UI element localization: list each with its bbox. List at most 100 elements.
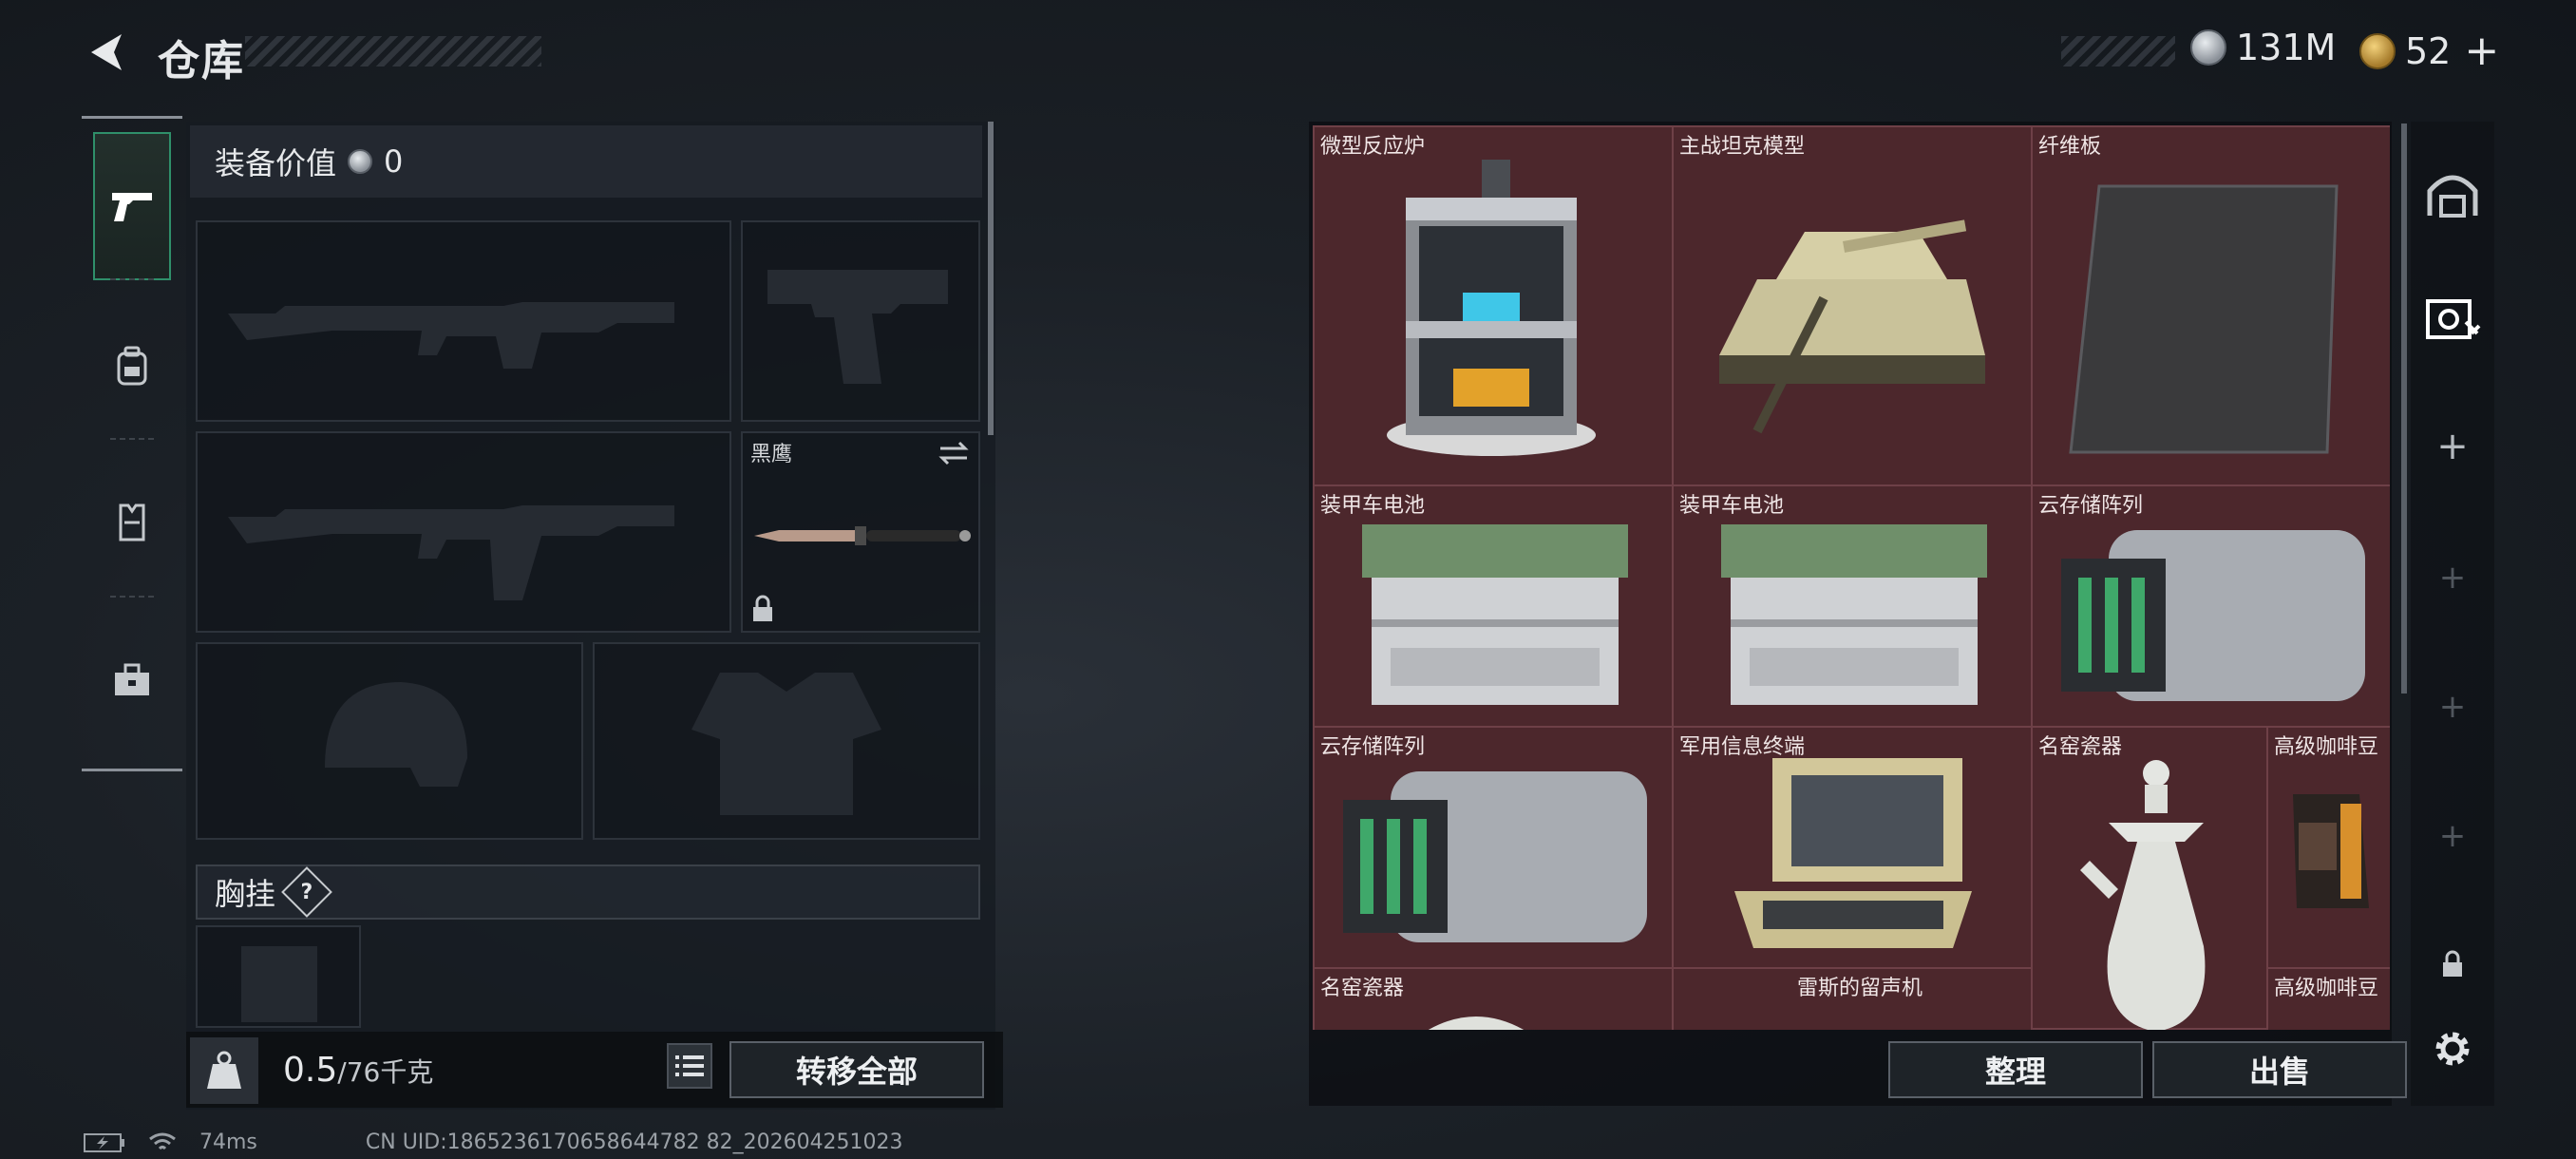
locked-tab [2411,940,2494,988]
stash-item[interactable]: 高级咖啡豆 [2266,967,2390,1030]
sell-button[interactable]: 出售 [2152,1041,2407,1098]
backpack-icon [117,346,147,386]
left-nav [82,116,182,771]
nav-vest[interactable] [82,451,182,594]
nav-weapons[interactable] [93,132,171,280]
knife-label: 黑鹰 [750,443,793,466]
reactor-icon [1387,160,1596,456]
chest-rig-label: 胸挂 [215,876,276,912]
toolbox-icon [115,663,149,695]
list-view-button[interactable] [667,1043,712,1089]
nav-backpack[interactable] [82,295,182,438]
stash-item[interactable]: 装甲车电池 [1313,484,1674,728]
pistol-slot[interactable] [741,220,980,422]
stash-scrollbar[interactable] [2401,124,2407,694]
add-currency-button[interactable]: + [2464,27,2499,75]
battery-icon [1721,524,1987,705]
garage-icon [2427,175,2478,218]
gear-icon [2435,1032,2470,1066]
stash-item[interactable]: 高级咖啡豆 [2266,726,2390,969]
gold-currency[interactable]: 52 + [2359,27,2499,75]
knife-icon [754,526,971,545]
nav-separator [110,438,154,440]
nav-separator [110,278,154,280]
add-stash-tab-icon[interactable]: + [2411,418,2494,475]
silver-amount: 131M [2236,27,2337,68]
lock-icon [2443,950,2462,977]
currency-decoration [2061,36,2175,66]
stash-item[interactable]: 主战坦克模型 [1672,125,2033,486]
body-armor-slot[interactable] [593,642,980,840]
stash-item[interactable]: 装甲车电池 [1672,484,2033,728]
chest-rig-slot[interactable] [196,925,361,1028]
equipment-value-label: 装备价值 [215,145,337,181]
helmet-silhouette-icon [325,682,467,787]
storage-array-icon [1343,771,1647,942]
armor-silhouette-icon [691,673,881,815]
lock-icon [753,595,772,621]
capacity-max: /76千克 [337,1056,434,1088]
porcelain-icon [1428,1016,1525,1030]
stash-item[interactable]: 云存储阵列 [1313,726,1674,969]
back-button[interactable] [80,25,135,80]
gold-amount: 52 [2405,29,2452,72]
tank-icon [1719,219,1985,434]
capacity-current: 0.5 [283,1051,338,1090]
equipment-value-bar: 装备价值 0 [190,125,982,198]
vest-icon [119,504,145,542]
nav-toolbox[interactable] [82,609,182,751]
battery-charging-icon [84,1132,124,1152]
settings-button[interactable] [2411,1020,2494,1077]
helmet-slot[interactable] [196,642,583,840]
equipment-scrollbar[interactable] [988,122,994,435]
stash-item[interactable]: 军用信息终端 [1672,726,2033,969]
silver-coin-icon [2190,29,2226,66]
stash-box-icon [2426,299,2481,339]
stash-item[interactable]: 纤维板 [2031,125,2390,486]
uid-text: CN UID:1865236170658644782 82_2026042510… [365,1130,903,1154]
storage-array-icon [2061,530,2365,701]
primary-weapon-slot[interactable] [196,220,731,422]
weight-icon [207,1051,241,1089]
gold-coin-icon [2359,32,2396,69]
stash-tab-collection[interactable] [2411,285,2494,352]
stash-item[interactable]: 云存储阵列 [2031,484,2390,728]
weight-button[interactable] [190,1037,258,1104]
status-bar: 74ms CN UID:1865236170658644782 82_20260… [84,1130,903,1154]
transfer-all-button[interactable]: 转移全部 [729,1041,984,1098]
pistol-silhouette-icon [767,270,948,384]
fiber-board-icon [2069,184,2339,454]
list-icon [675,1055,704,1076]
add-stash-tab-icon[interactable]: + [2411,549,2494,606]
ping-text: 74ms [199,1130,257,1154]
stash-item[interactable]: 名窑瓷器 [2031,726,2268,1030]
pistol-icon [112,193,152,221]
equipment-value: 0 [384,143,404,180]
chest-rig-silhouette-icon [241,946,317,1022]
rifle-silhouette-icon [228,505,674,600]
swap-icon[interactable] [937,439,971,467]
porcelain-icon [2080,760,2206,1030]
organize-button[interactable]: 整理 [1888,1041,2143,1098]
secondary-weapon-slot[interactable] [196,431,731,633]
stash-item[interactable]: 微型反应炉 [1313,125,1674,486]
silver-coin-icon [348,149,373,174]
battery-icon [1362,524,1628,705]
stash-item[interactable]: 雷斯的留声机 [1672,967,2033,1030]
military-terminal-icon [1734,758,1972,948]
help-icon[interactable]: ? [281,866,332,918]
stash-grid: 微型反应炉 主战坦克模型 纤维板 装甲车电池 装甲车电池 云存储阵列 云存储阵列… [1313,125,2390,1030]
wifi-icon [149,1132,176,1150]
stash-tab-garage[interactable] [2411,160,2494,226]
silver-currency: 131M [2190,27,2336,68]
page-title: 仓库 [158,37,245,86]
rifle-silhouette-icon [228,302,674,369]
add-stash-tab-icon[interactable]: + [2411,678,2494,735]
nav-separator [110,596,154,598]
back-arrow-icon [91,34,122,70]
stash-item[interactable]: 名窑瓷器 [1313,967,1674,1030]
coffee-bag-icon [2293,794,2369,908]
melee-slot[interactable]: 黑鹰 [741,431,980,633]
title-decoration [245,36,541,66]
add-stash-tab-icon[interactable]: + [2411,808,2494,864]
